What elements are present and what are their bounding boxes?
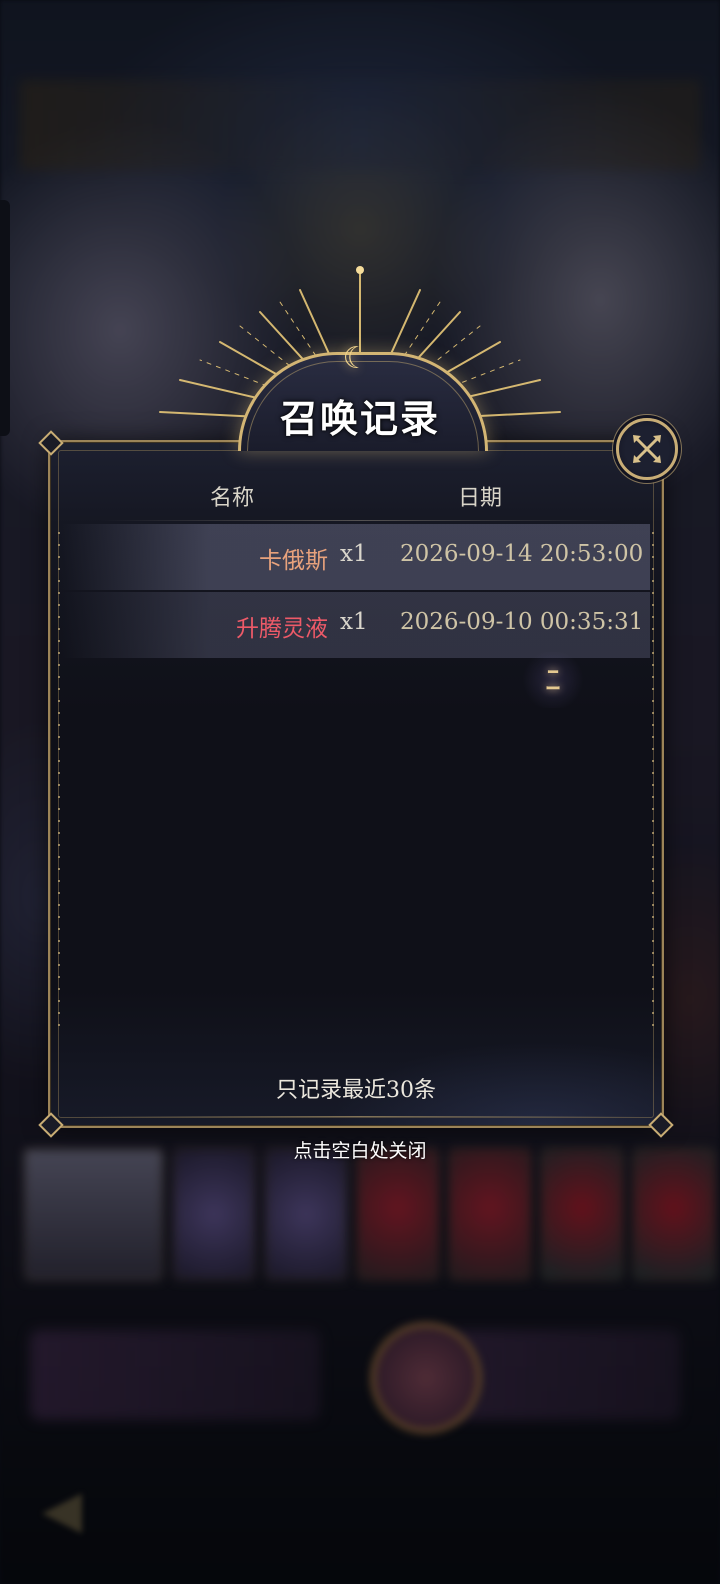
frame-dots	[58, 532, 60, 1032]
frame-dots	[652, 532, 654, 1032]
record-item-name: 卡俄斯	[259, 548, 328, 574]
dismiss-hint: 点击空白处关闭	[293, 1140, 427, 1162]
header-divider	[100, 520, 620, 521]
record-row: 升腾灵液 x1 2026-09-10 00:35:31	[62, 592, 650, 658]
record-date: 2026-09-14 20:53:00	[400, 541, 644, 567]
column-header-name: 名称	[210, 486, 255, 511]
record-item-quantity: x1	[340, 609, 368, 635]
record-item-quantity: x1	[340, 541, 368, 567]
sparkle-z-icon: ﾆ	[520, 652, 586, 708]
record-date: 2026-09-10 00:35:31	[400, 609, 644, 635]
record-row: 卡俄斯 x1 2026-09-14 20:53:00	[62, 524, 650, 590]
record-limit-note: 只记录最近30条	[276, 1078, 436, 1103]
screen[interactable]: ◀ ☾ 召唤记录 名称 日期 卡俄斯 x1 2026-09-14 20:53:0…	[0, 0, 720, 1584]
footer-divider	[80, 1116, 640, 1117]
close-x-icon	[633, 435, 661, 463]
close-button[interactable]	[616, 418, 678, 480]
column-header-date: 日期	[458, 486, 503, 511]
dialog-title: 召唤记录	[279, 396, 440, 441]
record-item-name: 升腾灵液	[236, 616, 328, 642]
crescent-moon-icon: ☾	[342, 341, 370, 376]
